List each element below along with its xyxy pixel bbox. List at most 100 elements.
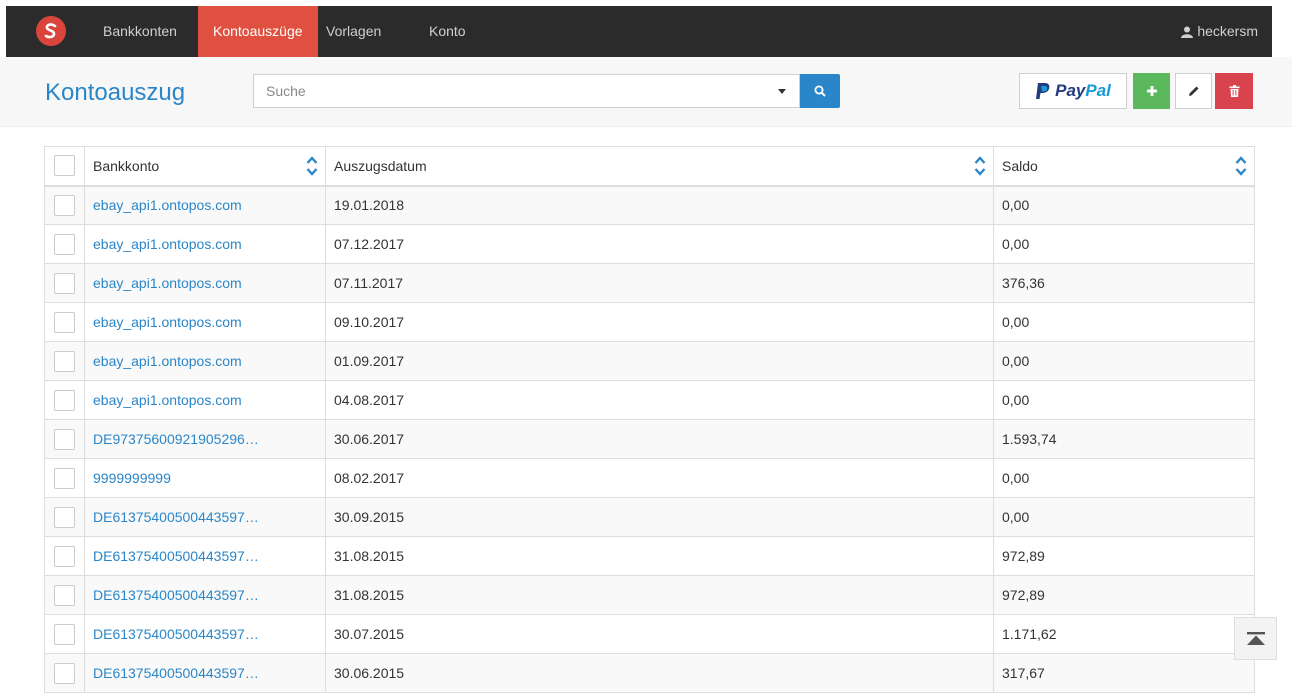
column-header-bankkonto[interactable]: Bankkonto <box>84 146 326 186</box>
row-checkbox[interactable] <box>54 233 75 255</box>
edit-button[interactable] <box>1175 73 1212 109</box>
bankkonto-link[interactable]: DE97375600921905296… <box>93 431 259 447</box>
bankkonto-link[interactable]: DE61375400500443597… <box>93 665 259 681</box>
row-checkbox[interactable] <box>54 662 75 684</box>
table-row[interactable]: ebay_api1.ontopos.com 01.09.2017 0,00 <box>44 341 1255 381</box>
delete-button[interactable] <box>1215 73 1253 109</box>
auszugsdatum-cell: 19.01.2018 <box>325 185 994 225</box>
table-row[interactable]: DE61375400500443597… 30.09.2015 0,00 <box>44 497 1255 537</box>
bankkonto-link[interactable]: DE61375400500443597… <box>93 509 259 525</box>
row-checkbox[interactable] <box>54 467 75 489</box>
row-select-cell <box>44 653 85 693</box>
table-row[interactable]: DE61375400500443597… 30.07.2015 1.171,62 <box>44 614 1255 654</box>
table-row[interactable]: ebay_api1.ontopos.com 07.12.2017 0,00 <box>44 224 1255 264</box>
saldo-cell: 0,00 <box>993 380 1255 420</box>
table-row[interactable]: DE61375400500443597… 31.08.2015 972,89 <box>44 575 1255 615</box>
bankkonto-cell: ebay_api1.ontopos.com <box>84 302 326 342</box>
paypal-icon <box>1036 83 1050 99</box>
table-row[interactable]: ebay_api1.ontopos.com 07.11.2017 376,36 <box>44 263 1255 303</box>
search-input[interactable] <box>253 74 765 108</box>
bankkonto-link[interactable]: DE61375400500443597… <box>93 587 259 603</box>
user-menu[interactable]: heckersm <box>1181 6 1258 57</box>
nav-item-konto[interactable]: Konto <box>414 6 481 57</box>
scroll-top-icon <box>1246 631 1265 645</box>
saldo-cell: 0,00 <box>993 341 1255 381</box>
table-row[interactable]: ebay_api1.ontopos.com 09.10.2017 0,00 <box>44 302 1255 342</box>
bankkonto-link[interactable]: ebay_api1.ontopos.com <box>93 275 242 291</box>
bankkonto-cell: DE61375400500443597… <box>84 614 326 654</box>
table-row[interactable]: ebay_api1.ontopos.com 04.08.2017 0,00 <box>44 380 1255 420</box>
table-row[interactable]: ebay_api1.ontopos.com 19.01.2018 0,00 <box>44 185 1255 225</box>
bankkonto-link[interactable]: ebay_api1.ontopos.com <box>93 197 242 213</box>
bankkonto-cell: ebay_api1.ontopos.com <box>84 185 326 225</box>
auszugsdatum-cell: 31.08.2015 <box>325 575 994 615</box>
row-checkbox[interactable] <box>54 272 75 294</box>
statements-table: Bankkonto Auszugsdatum Saldo ebay_api1.o… <box>44 146 1255 693</box>
auszugsdatum-cell: 09.10.2017 <box>325 302 994 342</box>
bankkonto-cell: DE97375600921905296… <box>84 419 326 459</box>
nav-item-vorlagen[interactable]: Vorlagen <box>311 6 396 57</box>
select-all-checkbox[interactable] <box>54 155 75 177</box>
auszugsdatum-cell: 04.08.2017 <box>325 380 994 420</box>
bankkonto-cell: DE61375400500443597… <box>84 536 326 576</box>
auszugsdatum-cell: 07.11.2017 <box>325 263 994 303</box>
sort-icon[interactable] <box>974 152 986 180</box>
paypal-label-pal: Pal <box>1085 81 1111 100</box>
row-select-cell <box>44 419 85 459</box>
add-button[interactable] <box>1133 73 1170 109</box>
auszugsdatum-cell: 07.12.2017 <box>325 224 994 264</box>
saldo-cell: 317,67 <box>993 653 1255 693</box>
table-header-row: Bankkonto Auszugsdatum Saldo <box>44 146 1255 186</box>
bankkonto-link[interactable]: ebay_api1.ontopos.com <box>93 236 242 252</box>
row-checkbox[interactable] <box>54 194 75 216</box>
bankkonto-cell: 9999999999 <box>84 458 326 498</box>
page-title: Kontoauszug <box>45 79 186 106</box>
column-label: Auszugsdatum <box>334 157 427 174</box>
bankkonto-link[interactable]: ebay_api1.ontopos.com <box>93 314 242 330</box>
row-checkbox[interactable] <box>54 311 75 333</box>
row-checkbox[interactable] <box>54 623 75 645</box>
top-navbar: Bankkonten Kontoauszüge Vorlagen Konto h… <box>6 6 1272 57</box>
row-checkbox[interactable] <box>54 350 75 372</box>
nav-item-kontoauszuege[interactable]: Kontoauszüge <box>198 6 318 57</box>
row-checkbox[interactable] <box>54 389 75 411</box>
column-header-auszugsdatum[interactable]: Auszugsdatum <box>325 146 994 186</box>
search-button[interactable] <box>800 74 840 108</box>
scroll-to-top-button[interactable] <box>1234 617 1277 660</box>
row-select-cell <box>44 458 85 498</box>
logo-icon[interactable] <box>36 16 66 46</box>
paypal-button[interactable]: PayPal <box>1019 73 1127 109</box>
bankkonto-link[interactable]: DE61375400500443597… <box>93 626 259 642</box>
auszugsdatum-cell: 30.06.2015 <box>325 653 994 693</box>
bankkonto-cell: ebay_api1.ontopos.com <box>84 263 326 303</box>
row-select-cell <box>44 575 85 615</box>
saldo-cell: 376,36 <box>993 263 1255 303</box>
bankkonto-link[interactable]: ebay_api1.ontopos.com <box>93 353 242 369</box>
plus-icon <box>1146 86 1157 96</box>
bankkonto-link[interactable]: ebay_api1.ontopos.com <box>93 392 242 408</box>
row-checkbox[interactable] <box>54 428 75 450</box>
row-select-cell <box>44 536 85 576</box>
select-all-cell <box>44 146 85 186</box>
search-dropdown-button[interactable] <box>764 74 800 108</box>
bankkonto-link[interactable]: 9999999999 <box>93 470 171 486</box>
table-row[interactable]: 9999999999 08.02.2017 0,00 <box>44 458 1255 498</box>
table-row[interactable]: DE61375400500443597… 31.08.2015 972,89 <box>44 536 1255 576</box>
auszugsdatum-cell: 31.08.2015 <box>325 536 994 576</box>
row-select-cell <box>44 224 85 264</box>
auszugsdatum-cell: 01.09.2017 <box>325 341 994 381</box>
row-checkbox[interactable] <box>54 545 75 567</box>
bankkonto-link[interactable]: DE61375400500443597… <box>93 548 259 564</box>
bankkonto-cell: DE61375400500443597… <box>84 575 326 615</box>
saldo-cell: 0,00 <box>993 224 1255 264</box>
row-checkbox[interactable] <box>54 506 75 528</box>
sort-icon[interactable] <box>306 152 318 180</box>
table-row[interactable]: DE97375600921905296… 30.06.2017 1.593,74 <box>44 419 1255 459</box>
column-header-saldo[interactable]: Saldo <box>993 146 1255 186</box>
sort-icon[interactable] <box>1235 152 1247 180</box>
row-checkbox[interactable] <box>54 584 75 606</box>
nav-item-bankkonten[interactable]: Bankkonten <box>88 6 192 57</box>
trash-icon <box>1229 85 1239 97</box>
search-icon <box>814 85 826 97</box>
table-row[interactable]: DE61375400500443597… 30.06.2015 317,67 <box>44 653 1255 693</box>
